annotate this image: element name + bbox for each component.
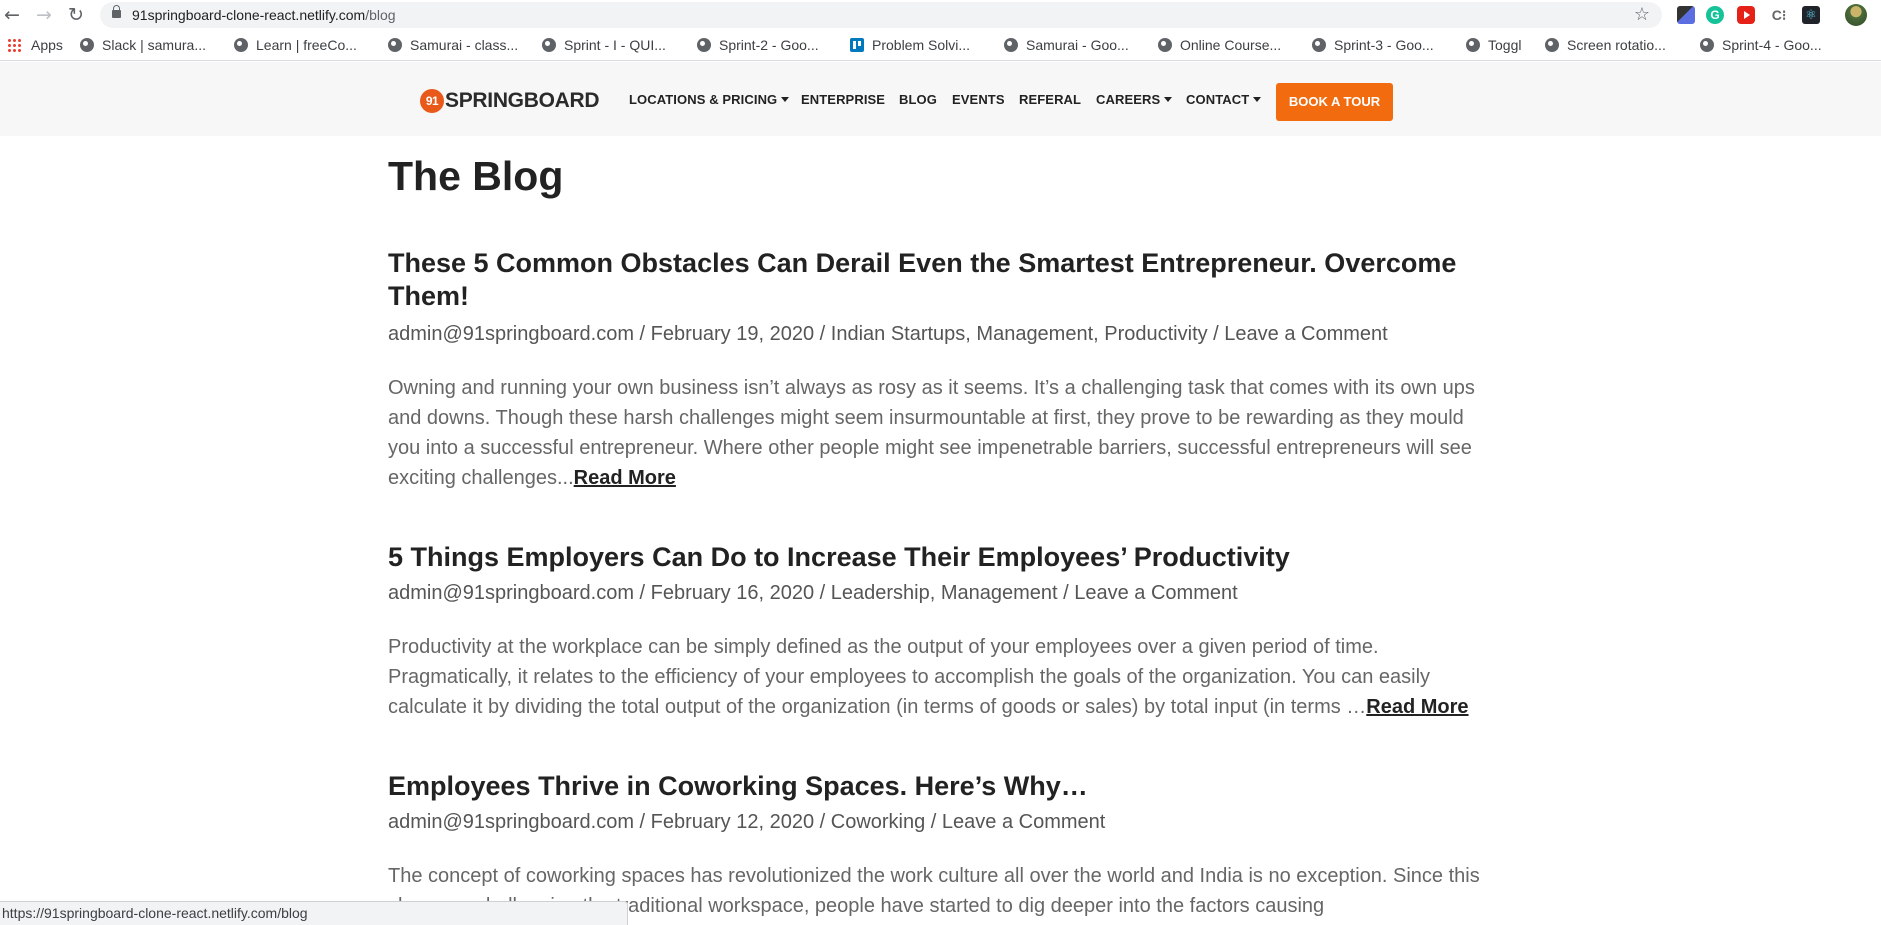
bookmark-item[interactable]: Slack | samura... — [80, 37, 206, 55]
globe-icon — [234, 38, 248, 52]
forward-arrow-icon[interactable]: → — [32, 3, 56, 27]
url-text[interactable]: 91springboard-clone-react.netlify.com/bl… — [132, 7, 396, 23]
globe-icon — [1700, 38, 1714, 52]
browser-toolbar: ← → ↻ 91springboard-clone-react.netlify.… — [0, 0, 1881, 30]
bookmark-item[interactable]: Online Course... — [1158, 37, 1281, 55]
nav-label: REFERAL — [1019, 92, 1082, 107]
nav-label: EVENTS — [952, 92, 1005, 107]
globe-icon — [1158, 38, 1172, 52]
pen-extension-icon[interactable] — [1677, 6, 1695, 24]
bookmarks-bar: Apps Slack | samura... Learn | freeCo...… — [0, 30, 1881, 61]
bookmark-item[interactable]: Samurai - class... — [388, 37, 518, 55]
post-title[interactable]: Employees Thrive in Coworking Spaces. He… — [388, 770, 1498, 803]
logo-text: SPRINGBOARD — [445, 89, 600, 112]
read-more-link[interactable]: Read More — [1366, 696, 1468, 718]
nav-label: CONTACT — [1186, 92, 1250, 107]
nav-label: LOCATIONS & PRICING — [629, 92, 778, 107]
bookmark-item[interactable]: Sprint-2 - Goo... — [697, 37, 819, 55]
bookmark-item[interactable]: Screen rotatio... — [1545, 37, 1666, 55]
nav-enterprise[interactable]: ENTERPRISE — [801, 92, 885, 107]
post-excerpt: Owning and running your own business isn… — [388, 373, 1498, 493]
bookmark-apps[interactable]: Apps — [7, 37, 63, 55]
excerpt-text: Productivity at the workplace can be sim… — [388, 636, 1431, 718]
post-excerpt: Productivity at the workplace can be sim… — [388, 632, 1498, 722]
nav-contact[interactable]: CONTACT — [1186, 92, 1262, 107]
nav-label: BLOG — [899, 92, 937, 107]
bookmark-label: Sprint-4 - Goo... — [1722, 37, 1822, 53]
nav-locations-pricing[interactable]: LOCATIONS & PRICING — [629, 92, 790, 107]
bookmark-star-icon[interactable]: ☆ — [1634, 4, 1650, 25]
nav-events[interactable]: EVENTS — [952, 92, 1005, 107]
globe-icon — [80, 38, 94, 52]
youtube-extension-icon[interactable] — [1737, 6, 1755, 24]
post-title[interactable]: 5 Things Employers Can Do to Increase Th… — [388, 541, 1498, 574]
bookmark-label: Sprint-3 - Goo... — [1334, 37, 1434, 53]
bookmark-label: Problem Solvi... — [872, 37, 971, 53]
bookmark-label: Sprint - I - QUI... — [564, 37, 666, 53]
logo-badge: 91 — [420, 89, 444, 113]
reload-icon[interactable]: ↻ — [64, 3, 88, 27]
nav-label: CAREERS — [1096, 92, 1161, 107]
link-status-bubble: https://91springboard-clone-react.netlif… — [0, 901, 628, 925]
react-devtools-icon[interactable]: ⚛ — [1802, 6, 1820, 24]
globe-icon — [1004, 38, 1018, 52]
bookmark-label: Online Course... — [1180, 37, 1282, 53]
bookmark-label: Screen rotatio... — [1567, 37, 1666, 53]
bookmark-label: Apps — [31, 37, 63, 53]
nav-blog[interactable]: BLOG — [899, 92, 937, 107]
bookmark-item[interactable]: Problem Solvi... — [850, 37, 970, 55]
bookmark-label: Learn | freeCo... — [256, 37, 357, 53]
grammarly-extension-icon[interactable]: G — [1706, 6, 1724, 24]
post-meta: admin@91springboard.com / February 16, 2… — [388, 582, 1238, 604]
ci-extension-icon[interactable]: C⁝ — [1770, 6, 1788, 24]
bookmark-label: Slack | samura... — [102, 37, 207, 53]
bookmark-item[interactable]: Sprint-4 - Goo... — [1700, 37, 1822, 55]
bookmark-item[interactable]: Samurai - Goo... — [1004, 37, 1129, 55]
site-logo[interactable]: 91 SPRINGBOARD — [420, 89, 600, 113]
url-host: 91springboard-clone-react.netlify.com — [132, 7, 366, 23]
profile-avatar[interactable] — [1845, 4, 1867, 26]
nav-label: ENTERPRISE — [801, 92, 886, 107]
caret-down-icon — [1253, 97, 1262, 102]
book-a-tour-button[interactable]: BOOK A TOUR — [1276, 83, 1393, 121]
globe-icon — [1312, 38, 1326, 52]
read-more-link[interactable]: Read More — [574, 467, 676, 489]
bookmark-label: Samurai - Goo... — [1026, 37, 1129, 53]
nav-careers[interactable]: CAREERS — [1096, 92, 1173, 107]
bookmark-item[interactable]: Sprint - I - QUI... — [542, 37, 666, 55]
bookmark-item[interactable]: Toggl — [1466, 37, 1521, 55]
post-meta: admin@91springboard.com / February 19, 2… — [388, 323, 1388, 345]
globe-icon — [542, 38, 556, 52]
back-arrow-icon[interactable]: ← — [0, 3, 24, 27]
post-meta: admin@91springboard.com / February 12, 2… — [388, 811, 1106, 833]
url-path: /blog — [365, 7, 396, 23]
nav-referal[interactable]: REFERAL — [1019, 92, 1081, 107]
page-title: The Blog — [388, 153, 564, 199]
trello-icon — [850, 38, 864, 52]
globe-icon — [1545, 38, 1559, 52]
bookmark-label: Toggl — [1488, 37, 1522, 53]
lock-icon — [112, 5, 121, 18]
globe-icon — [697, 38, 711, 52]
caret-down-icon — [1164, 97, 1173, 102]
bookmark-label: Sprint-2 - Goo... — [719, 37, 819, 53]
site-header: 91 SPRINGBOARD LOCATIONS & PRICING ENTERP… — [0, 62, 1881, 136]
apps-grid-icon — [7, 38, 21, 52]
address-bar[interactable]: 91springboard-clone-react.netlify.com/bl… — [100, 2, 1662, 28]
bookmark-item[interactable]: Learn | freeCo... — [234, 37, 357, 55]
bookmark-item[interactable]: Sprint-3 - Goo... — [1312, 37, 1434, 55]
globe-icon — [1466, 38, 1480, 52]
bookmark-label: Samurai - class... — [410, 37, 519, 53]
excerpt-text: Owning and running your own business isn… — [388, 377, 1475, 489]
globe-icon — [388, 38, 402, 52]
caret-down-icon — [781, 97, 790, 102]
post-title[interactable]: These 5 Common Obstacles Can Derail Even… — [388, 247, 1498, 313]
